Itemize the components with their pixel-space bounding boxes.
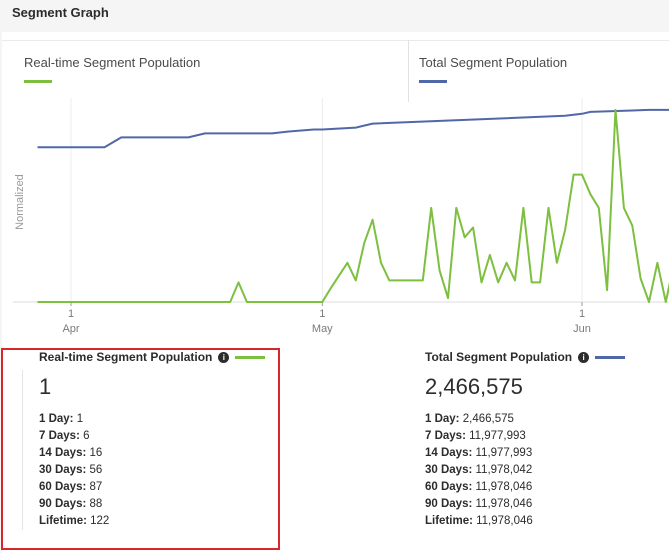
stat-value: 11,978,046 xyxy=(472,498,533,510)
stat-row: 7 Days: 11,977,993 xyxy=(425,428,533,445)
stat-row: 14 Days: 11,977,993 xyxy=(425,445,533,462)
stat-value: 11,978,046 xyxy=(472,515,533,527)
legend-label-total: Total Segment Population xyxy=(419,55,568,70)
stat-value: 1 xyxy=(73,413,84,425)
stat-label: 90 Days: xyxy=(39,498,87,510)
stat-label: 1 Day: xyxy=(425,413,460,425)
stat-row: 90 Days: 11,978,046 xyxy=(425,496,533,513)
total-summary-title-text: Total Segment Population xyxy=(425,350,573,364)
x-tick-label-month: Apr xyxy=(62,323,79,335)
x-tick-label-day: 1 xyxy=(68,308,74,320)
stat-row: 60 Days: 87 xyxy=(39,479,109,496)
total-current-value: 2,466,575 xyxy=(425,374,523,399)
stat-label: 14 Days: xyxy=(39,447,87,459)
stat-row: 60 Days: 11,978,046 xyxy=(425,479,533,496)
x-tick-label-month: Jun xyxy=(573,323,591,335)
legend-swatch-total xyxy=(419,80,447,83)
stat-label: Lifetime: xyxy=(425,515,473,527)
realtime-summary-title: Real-time Segment Population i xyxy=(39,350,266,364)
stat-row: Lifetime: 122 xyxy=(39,513,109,530)
realtime-swatch xyxy=(235,355,266,359)
stat-label: Lifetime: xyxy=(39,515,87,527)
stat-row: 1 Day: 1 xyxy=(39,411,109,428)
series-line-total xyxy=(37,108,669,149)
realtime-summary-title-text: Real-time Segment Population xyxy=(39,350,213,364)
legend-swatch-realtime xyxy=(24,80,52,83)
total-swatch xyxy=(595,355,626,359)
legend-label-realtime: Real-time Segment Population xyxy=(24,55,201,70)
stat-value: 11,978,042 xyxy=(472,464,533,476)
realtime-stats: 1 Day: 17 Days: 6 14 Days: 16 30 Days: 56 6… xyxy=(39,411,109,530)
total-summary-title: Total Segment Population i xyxy=(425,350,626,364)
stat-value: 87 xyxy=(86,481,103,493)
stat-value: 2,466,575 xyxy=(459,413,514,425)
stat-row: 90 Days: 88 xyxy=(39,496,109,513)
x-tick-label-day: 1 xyxy=(319,308,325,320)
panel-divider xyxy=(22,370,23,530)
info-icon[interactable]: i xyxy=(578,351,590,363)
series-line-realtime xyxy=(37,108,669,303)
x-tick-label-month: May xyxy=(312,323,333,335)
stat-value: 56 xyxy=(86,464,103,476)
stat-value: 11,978,046 xyxy=(472,481,533,493)
stat-label: 14 Days: xyxy=(425,447,473,459)
stat-label: 90 Days: xyxy=(425,498,473,510)
total-stats: 1 Day: 2,466,575 7 Days: 11,977,993 14 Day… xyxy=(425,411,533,530)
stat-value: 122 xyxy=(86,515,110,527)
stat-value: 11,977,993 xyxy=(465,430,526,442)
stat-label: 60 Days: xyxy=(425,481,473,493)
stat-row: 14 Days: 16 xyxy=(39,445,109,462)
stat-value: 88 xyxy=(86,498,103,510)
stat-row: Lifetime: 11,978,046 xyxy=(425,513,533,530)
stat-row: 1 Day: 2,466,575 xyxy=(425,411,533,428)
legend-item-total[interactable]: Total Segment Population xyxy=(409,40,669,102)
stat-row: 30 Days: 56 xyxy=(39,462,109,479)
page-title: Segment Graph xyxy=(12,5,109,20)
stat-label: 7 Days: xyxy=(425,430,466,442)
stat-value: 6 xyxy=(79,430,90,442)
stat-value: 16 xyxy=(86,447,103,459)
stat-row: 30 Days: 11,978,042 xyxy=(425,462,533,479)
stat-label: 60 Days: xyxy=(39,481,87,493)
legend-item-realtime[interactable]: Real-time Segment Population xyxy=(2,40,408,102)
x-tick-label-day: 1 xyxy=(579,308,585,320)
info-icon[interactable]: i xyxy=(218,351,230,363)
realtime-current-value: 1 xyxy=(39,374,52,399)
stat-label: 7 Days: xyxy=(39,430,80,442)
stat-label: 30 Days: xyxy=(425,464,473,476)
line-chart: 1 Apr 1 May 1 Jun xyxy=(13,98,669,335)
stat-label: 1 Day: xyxy=(39,413,74,425)
header: Segment Graph xyxy=(0,0,669,30)
stat-label: 30 Days: xyxy=(39,464,87,476)
stat-value: 11,977,993 xyxy=(472,447,533,459)
stat-row: 7 Days: 6 xyxy=(39,428,109,445)
